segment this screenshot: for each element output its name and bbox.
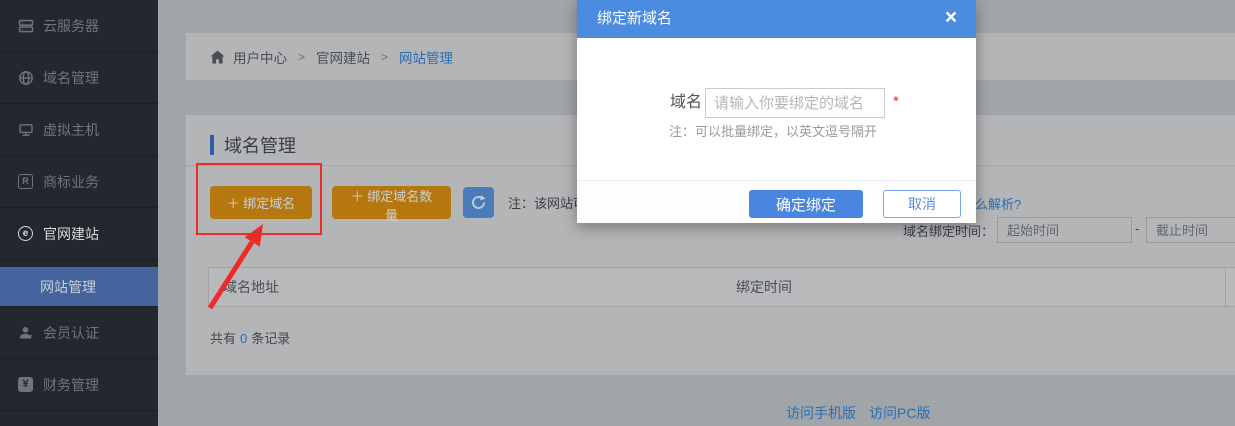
website-icon: e: [17, 225, 34, 242]
close-icon[interactable]: ×: [938, 5, 964, 31]
server-icon: [17, 17, 34, 34]
sidebar-item-member-auth[interactable]: 会员认证: [0, 307, 158, 359]
column-separator: [1225, 268, 1226, 306]
modal-title: 绑定新域名: [597, 0, 672, 38]
column-header-domain-address: 域名地址: [223, 277, 736, 297]
website-glyph: e: [18, 226, 33, 241]
host-icon: [17, 121, 34, 138]
bind-domain-count-button[interactable]: ＋ 绑定域名数量: [332, 186, 451, 219]
finance-glyph: ¥: [22, 379, 28, 390]
footer-links: 访问手机版 访问PC版: [786, 403, 930, 423]
breadcrumb-section[interactable]: 官网建站: [316, 47, 370, 67]
refresh-icon: [470, 194, 487, 211]
visit-pc-link[interactable]: 访问PC版: [869, 403, 930, 423]
sidebar-item-cloud-server[interactable]: 云服务器: [0, 0, 158, 52]
table-header-row: 域名地址 绑定时间: [208, 267, 1235, 307]
breadcrumb-separator: >: [381, 50, 388, 64]
bind-time-filter-label: 域名绑定时间：: [903, 221, 994, 240]
sidebar-item-label: 云服务器: [43, 16, 99, 36]
batch-bind-note: 注：可以批量绑定，以英文逗号隔开: [669, 121, 877, 140]
record-count-text: 共有 0 条记录: [210, 328, 290, 347]
member-icon: [17, 324, 34, 341]
sidebar-item-label: 会员认证: [43, 323, 99, 343]
sidebar-item-finance[interactable]: ¥ 财务管理: [0, 359, 158, 411]
sidebar-subitem-label: 网站管理: [40, 277, 96, 297]
domain-field-label: 域名: [670, 88, 702, 118]
page-title: 域名管理: [224, 132, 296, 158]
breadcrumb-home[interactable]: 用户中心: [233, 47, 287, 67]
record-count-prefix: 共有: [210, 331, 236, 346]
visit-mobile-link[interactable]: 访问手机版: [786, 403, 856, 423]
home-icon: [210, 50, 225, 64]
sidebar-item-label: 域名管理: [43, 68, 99, 88]
date-range-separator: -: [1135, 221, 1139, 236]
sidebar-item-label: 官网建站: [43, 224, 99, 244]
bind-new-domain-modal: 绑定新域名 × 域名 * 注：可以批量绑定，以英文逗号隔开 确定绑定 取消: [577, 0, 976, 223]
domain-input[interactable]: [705, 88, 885, 118]
title-accent-bar: [210, 135, 214, 155]
breadcrumb-current[interactable]: 网站管理: [399, 47, 453, 67]
record-count-suffix: 条记录: [251, 331, 290, 346]
bind-domain-button[interactable]: ＋ 绑定域名: [210, 186, 312, 219]
required-asterisk: *: [893, 93, 899, 110]
record-count-value: 0: [240, 331, 247, 346]
sidebar-item-label: 虚拟主机: [43, 120, 99, 140]
sidebar-item-domain-management[interactable]: 域名管理: [0, 52, 158, 104]
sidebar-item-website-builder[interactable]: e 官网建站: [0, 208, 158, 260]
trademark-icon: R: [17, 173, 34, 190]
column-header-bind-time: 绑定时间: [736, 277, 792, 297]
sidebar-item-virtual-host[interactable]: 虚拟主机: [0, 104, 158, 156]
sidebar-item-trademark[interactable]: R 商标业务: [0, 156, 158, 208]
modal-header: 绑定新域名 ×: [577, 0, 976, 38]
sidebar-subitem-site-management[interactable]: 网站管理: [0, 267, 158, 307]
end-time-input[interactable]: [1146, 217, 1235, 243]
trademark-glyph: R: [18, 174, 33, 189]
sidebar-item-label: 财务管理: [43, 375, 99, 395]
sidebar-item-label: 商标业务: [43, 172, 99, 192]
start-time-input[interactable]: [997, 217, 1132, 243]
cancel-button[interactable]: 取消: [883, 190, 961, 218]
globe-icon: [17, 69, 34, 86]
refresh-button[interactable]: [463, 187, 494, 218]
sidebar: 云服务器 域名管理 虚拟主机 R 商标业务 e 官网: [0, 0, 158, 426]
confirm-bind-button[interactable]: 确定绑定: [749, 190, 863, 218]
breadcrumb-separator: >: [298, 50, 305, 64]
finance-icon: ¥: [17, 376, 34, 393]
